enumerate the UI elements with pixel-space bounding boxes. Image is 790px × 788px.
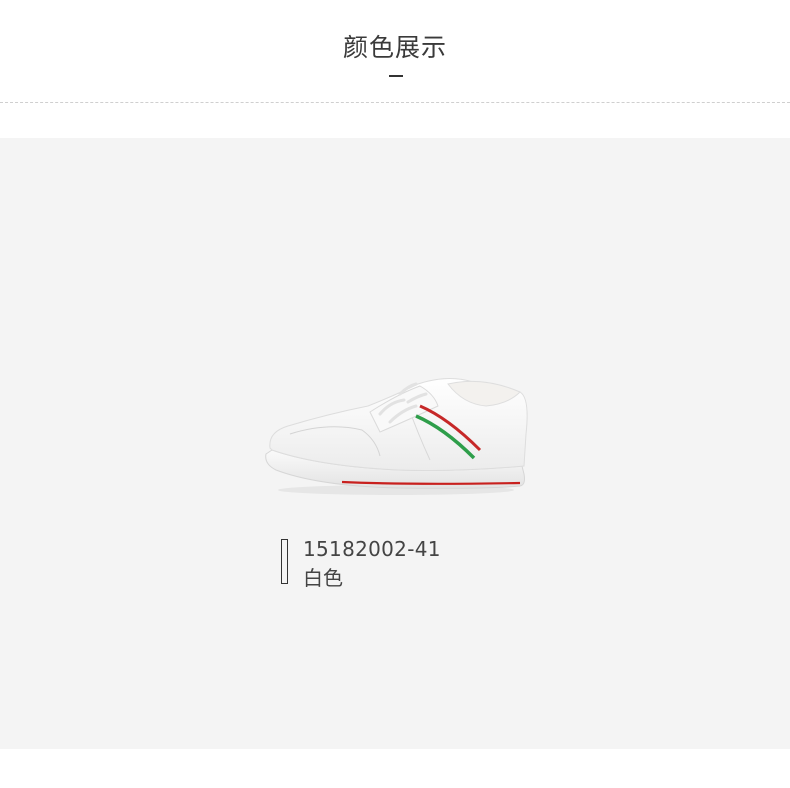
section-title: 颜色展示 bbox=[342, 33, 447, 62]
dashed-divider bbox=[0, 102, 790, 103]
variant-color-name: 白色 bbox=[303, 566, 343, 590]
product-image-sneaker[interactable] bbox=[258, 234, 534, 498]
variant-product-code: 15182002-41 bbox=[303, 537, 441, 561]
section-header: 颜色展示 bbox=[0, 0, 790, 104]
variant-marker bbox=[281, 539, 288, 584]
title-underline bbox=[389, 75, 403, 77]
